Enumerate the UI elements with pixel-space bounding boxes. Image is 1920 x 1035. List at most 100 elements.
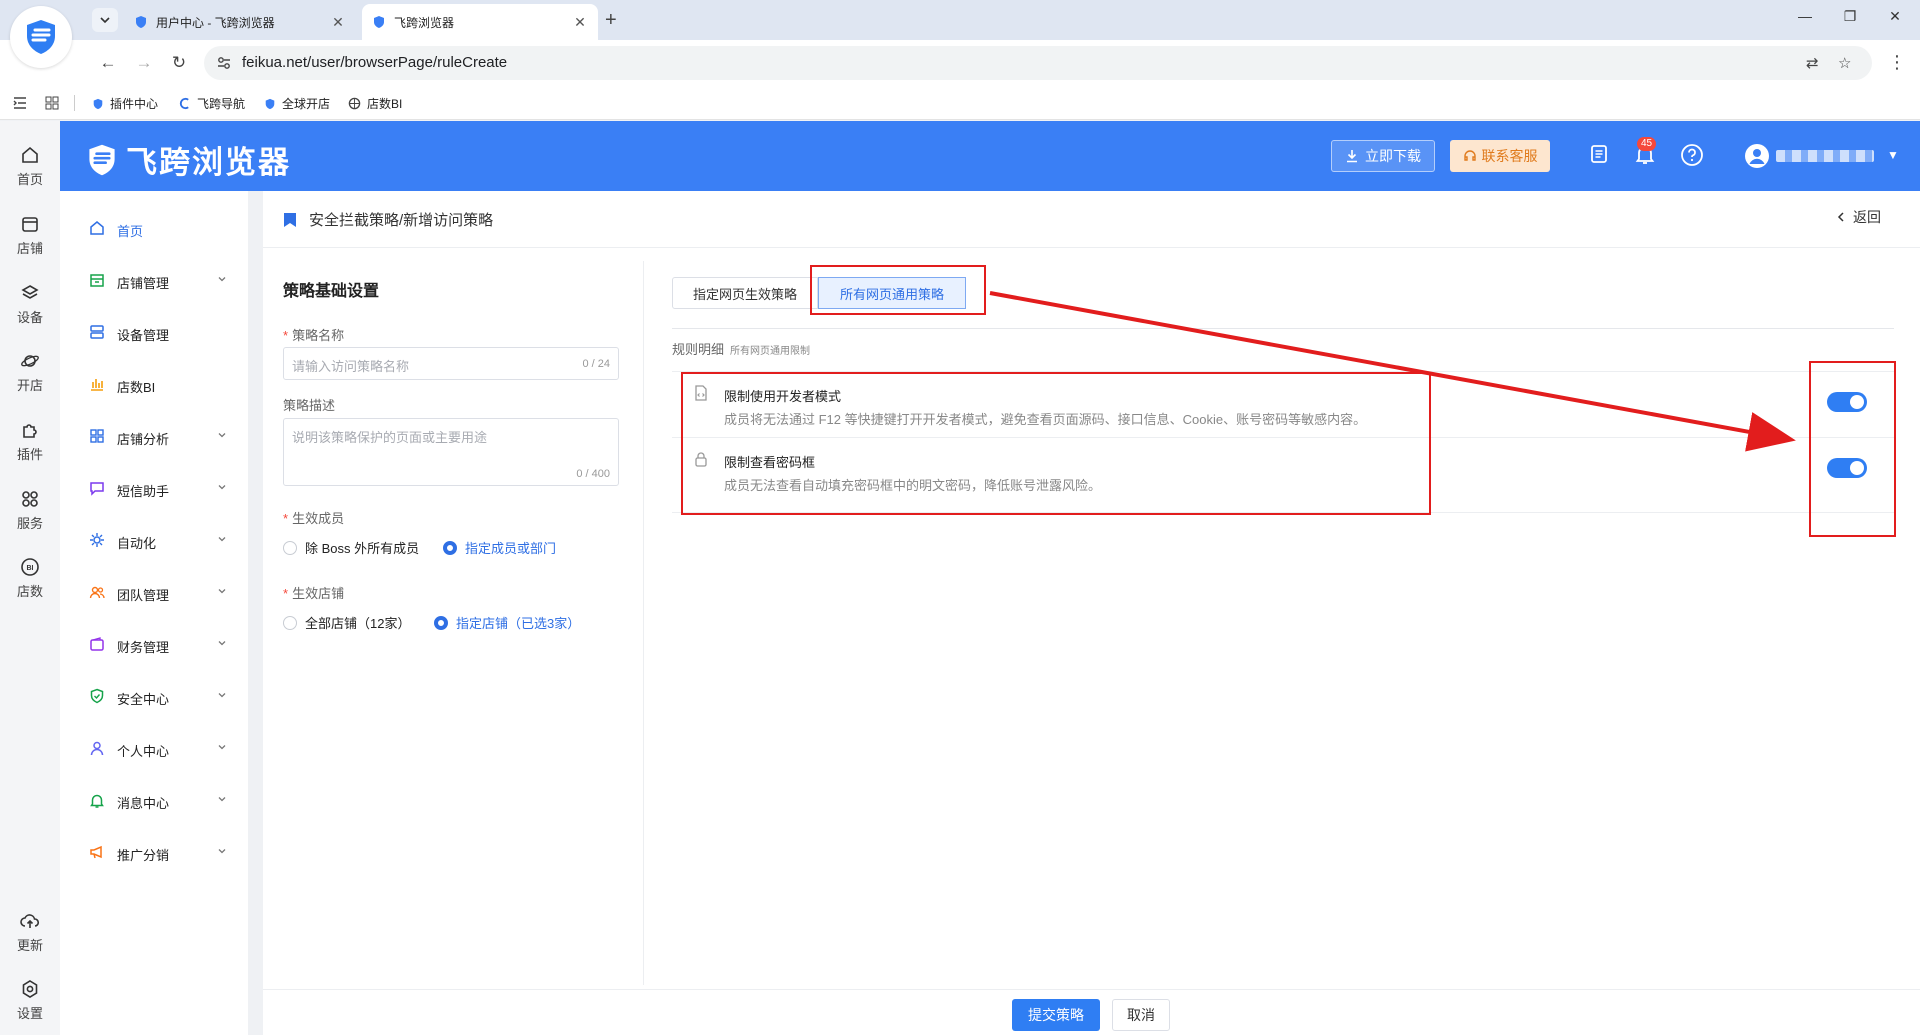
radio-all-shops[interactable]: 全部店铺（12家）: [283, 613, 410, 632]
radio-label: 全部店铺（12家）: [305, 616, 411, 631]
breadcrumb-text: 安全拦截策略/新增访问策略: [309, 212, 494, 229]
bookmark-navigation[interactable]: 飞跨导航: [178, 95, 245, 112]
feikua-favicon-icon: [374, 16, 384, 28]
close-icon[interactable]: ✕: [572, 14, 588, 31]
menu-label: 店铺分析: [117, 432, 170, 447]
back-button[interactable]: 返回: [1835, 207, 1881, 227]
translate-icon[interactable]: ⇄: [1806, 54, 1819, 72]
menu-item-automation[interactable]: 自动化: [60, 523, 248, 557]
chevron-down-icon: [218, 589, 226, 594]
forward-arrow-icon[interactable]: →: [132, 51, 156, 75]
rules-caption: 规则明细 所有网页通用限制: [672, 339, 810, 358]
document-icon[interactable]: [1588, 143, 1610, 165]
username-blurred[interactable]: [1776, 150, 1874, 162]
menu-label: 个人中心: [117, 744, 170, 759]
brand-name: 飞跨浏览器: [126, 145, 291, 180]
caret-down-icon[interactable]: ▼: [1887, 148, 1899, 162]
download-label: 立即下载: [1365, 148, 1421, 164]
new-tab-button[interactable]: +: [605, 8, 617, 32]
menu-item-team[interactable]: 团队管理: [60, 575, 248, 609]
divider: [672, 328, 1894, 329]
radio-specific-shops[interactable]: 指定店铺（已选3家）: [434, 613, 580, 632]
menu-item-messages[interactable]: 消息中心: [60, 783, 248, 817]
rail-item-settings[interactable]: 设置: [0, 979, 60, 1022]
close-window-button[interactable]: ✕: [1880, 8, 1910, 25]
menu-label: 安全中心: [117, 692, 170, 707]
rail-item-plugins[interactable]: 插件: [0, 420, 60, 463]
menu-item-promotion[interactable]: 推广分销: [60, 835, 248, 869]
back-arrow-icon[interactable]: ←: [96, 51, 120, 75]
bookmark-flag-icon: [284, 212, 296, 227]
policy-name-label: * 策略名称: [283, 328, 345, 343]
radio-all-members[interactable]: 除 Boss 外所有成员: [283, 538, 419, 557]
bookmark-star-icon[interactable]: ☆: [1838, 54, 1851, 72]
rail-label: 设置: [16, 1006, 43, 1021]
menu-item-security[interactable]: 安全中心: [60, 679, 248, 713]
sidebar-toggle-icon[interactable]: [12, 95, 28, 111]
rail-item-update[interactable]: 更新: [0, 911, 60, 954]
apps-icon: [22, 491, 38, 507]
rail-label: 首页: [16, 172, 43, 187]
tab-specific-pages[interactable]: 指定网页生效策略: [672, 277, 818, 309]
download-button[interactable]: 立即下载: [1331, 140, 1435, 172]
brand-logo[interactable]: 飞跨浏览器: [84, 137, 291, 182]
restore-button[interactable]: ❐: [1835, 8, 1865, 25]
back-label: 返回: [1853, 209, 1881, 225]
browser-tab-active[interactable]: 飞跨浏览器 ✕: [362, 4, 598, 40]
browser-tab-user-center[interactable]: 用户中心 - 飞跨浏览器 ✕: [124, 4, 356, 40]
close-icon[interactable]: ✕: [330, 14, 346, 31]
menu-label: 店铺管理: [117, 276, 170, 291]
menu-item-shop-management[interactable]: 店铺管理: [60, 263, 248, 297]
menu-label: 消息中心: [117, 796, 170, 811]
policy-desc-textarea[interactable]: 说明该策略保护的页面或主要用途 0 / 400: [283, 418, 619, 486]
menu-item-sms[interactable]: 短信助手: [60, 471, 248, 505]
rail-item-shop[interactable]: 店铺: [0, 214, 60, 257]
menu-item-personal[interactable]: 个人中心: [60, 731, 248, 765]
menu-item-bi[interactable]: 店数BI: [60, 367, 248, 401]
site-info-icon[interactable]: [216, 55, 232, 71]
address-bar[interactable]: feikua.net/user/browserPage/ruleCreate ⇄…: [204, 46, 1872, 80]
notification-badge: 45: [1637, 137, 1657, 151]
placeholder: 说明该策略保护的页面或主要用途: [292, 430, 488, 445]
browser-tabstrip: 用户中心 - 飞跨浏览器 ✕ 飞跨浏览器 ✕ + — ❐ ✕: [0, 0, 1920, 40]
rail-label: 设备: [16, 310, 43, 325]
policy-name-input[interactable]: 请输入访问策略名称 0 / 24: [283, 347, 619, 380]
menu-label: 设备管理: [117, 328, 170, 343]
bookmark-global-store[interactable]: 全球开店: [264, 95, 330, 112]
contact-service-button[interactable]: 联系客服: [1450, 140, 1550, 172]
shield-icon: [93, 98, 103, 109]
browser-logo-icon[interactable]: [10, 6, 72, 68]
feikua-favicon-icon: [136, 16, 146, 28]
radio-circle: [283, 540, 297, 555]
rail-item-home[interactable]: 首页: [0, 145, 60, 188]
menu-item-device-management[interactable]: 设备管理: [60, 315, 248, 349]
rail-item-open-store[interactable]: 开店: [0, 351, 60, 394]
apps-grid-icon[interactable]: [44, 95, 60, 111]
grid-icon: [90, 429, 104, 443]
submit-policy-button[interactable]: 提交策略: [1012, 999, 1100, 1031]
rail-item-device[interactable]: 设备: [0, 283, 60, 326]
reload-icon[interactable]: ↻: [167, 51, 191, 75]
radio-specific-members[interactable]: 指定成员或部门: [443, 538, 556, 557]
chevron-down-icon: [218, 797, 226, 802]
radio-label: 指定成员或部门: [465, 541, 557, 556]
bookmark-label: 插件中心: [110, 97, 159, 111]
rail-item-bi[interactable]: BI 店数: [0, 557, 60, 600]
menu-item-shop-analysis[interactable]: 店铺分析: [60, 419, 248, 453]
menu-item-finance[interactable]: 财务管理: [60, 627, 248, 661]
rail-item-services[interactable]: 服务: [0, 489, 60, 532]
bookmark-plugins[interactable]: 插件中心: [92, 95, 158, 112]
bookmark-bi[interactable]: 店数BI: [348, 95, 402, 112]
tab-search-button[interactable]: [92, 8, 118, 32]
help-icon[interactable]: [1680, 143, 1704, 167]
url-text[interactable]: feikua.net/user/browserPage/ruleCreate: [242, 54, 507, 71]
minimize-button[interactable]: —: [1790, 8, 1820, 24]
browser-menu-icon[interactable]: ⋮: [1888, 52, 1906, 73]
menu-item-home[interactable]: 首页: [60, 211, 248, 245]
divider: [643, 261, 644, 985]
annotation-box-rules: [681, 372, 1431, 515]
menu-label: 推广分销: [117, 848, 170, 863]
avatar[interactable]: [1744, 143, 1770, 169]
rail-label: 插件: [16, 447, 43, 462]
cancel-button[interactable]: 取消: [1112, 999, 1170, 1031]
